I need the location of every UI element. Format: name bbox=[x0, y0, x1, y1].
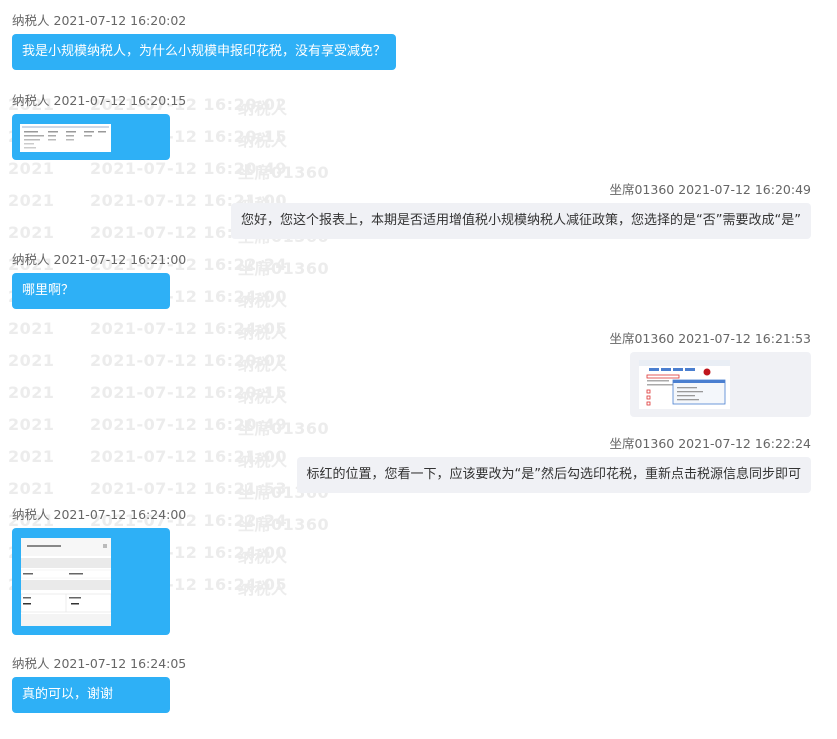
watermark-text: 2021-07-12 16:20:49 bbox=[90, 159, 288, 178]
sender-name: 纳税人 bbox=[12, 656, 50, 671]
watermark-text: 2021 bbox=[8, 223, 55, 242]
sender-name: 纳税人 bbox=[12, 93, 50, 108]
watermark-text: 纳税人 bbox=[238, 547, 288, 566]
message-meta: 纳税人 2021-07-12 16:24:00 bbox=[12, 508, 186, 522]
image-bubble[interactable] bbox=[630, 352, 811, 417]
timestamp: 2021-07-12 16:22:24 bbox=[678, 436, 811, 451]
message-bubble[interactable]: 您好，您这个报表上，本期是否适用增值税小规模纳税人减征政策，您选择的是“否”需要… bbox=[231, 203, 811, 239]
message-bubble[interactable]: 标红的位置，您看一下，应该要改为“是”然后勾选印花税，重新点击税源信息同步即可 bbox=[296, 457, 811, 493]
timestamp: 2021-07-12 16:24:05 bbox=[53, 656, 187, 671]
message-bubble[interactable]: 我是小规模纳税人，为什么小规模申报印花税，没有享受减免？ bbox=[12, 34, 397, 70]
form-screenshot-icon bbox=[639, 360, 730, 409]
mobile-screenshot-icon bbox=[21, 538, 111, 626]
image-bubble[interactable] bbox=[12, 528, 170, 635]
watermark-text: 纳税人 bbox=[238, 451, 288, 470]
message-meta: 纳税人 2021-07-12 16:20:15 bbox=[12, 94, 186, 108]
watermark-text: 2021 bbox=[8, 415, 55, 434]
message-customer-image: 纳税人 2021-07-12 16:20:15 bbox=[12, 94, 186, 160]
message-meta: 坐席01360 2021-07-12 16:20:49 bbox=[231, 183, 811, 197]
watermark-text: 纳税人 bbox=[238, 99, 288, 118]
image-bubble[interactable] bbox=[12, 114, 170, 160]
watermark-text: 2021 bbox=[8, 319, 55, 338]
watermark-text: 纳税人 bbox=[238, 355, 288, 374]
timestamp: 2021-07-12 16:21:00 bbox=[53, 252, 187, 267]
watermark-text: 坐席01360 bbox=[238, 163, 330, 182]
watermark-text: 纳税人 bbox=[238, 291, 288, 310]
watermark-text: 2021-07-12 16:20:15 bbox=[90, 383, 288, 402]
message-customer: 纳税人 2021-07-12 16:20:02 我是小规模纳税人，为什么小规模申… bbox=[12, 14, 397, 70]
message-agent: 坐席01360 2021-07-12 16:20:49 您好，您这个报表上，本期… bbox=[231, 183, 811, 239]
watermark-text: 坐席01360 bbox=[238, 419, 330, 438]
watermark-text: 2021-07-12 16:24:05 bbox=[90, 319, 288, 338]
image-thumbnail[interactable] bbox=[21, 538, 111, 626]
message-bubble[interactable]: 哪里啊？ bbox=[12, 273, 170, 309]
message-customer: 纳税人 2021-07-12 16:24:05 真的可以，谢谢 bbox=[12, 657, 186, 713]
timestamp: 2021-07-12 16:20:49 bbox=[678, 182, 811, 197]
watermark-text: 2021-07-12 16:20:02 bbox=[90, 351, 288, 370]
watermark-text: 2021 bbox=[8, 159, 55, 178]
table-screenshot-icon bbox=[20, 124, 111, 152]
watermark-text: 2021-07-12 16:20:49 bbox=[90, 415, 288, 434]
sender-name: 坐席01360 bbox=[609, 331, 675, 346]
timestamp: 2021-07-12 16:20:15 bbox=[53, 93, 187, 108]
message-meta: 纳税人 2021-07-12 16:24:05 bbox=[12, 657, 186, 671]
watermark-text: 坐席01360 bbox=[238, 515, 330, 534]
watermark-text: 2021-07-12 16:21:00 bbox=[90, 447, 288, 466]
sender-name: 坐席01360 bbox=[609, 436, 675, 451]
message-customer-image: 纳税人 2021-07-12 16:24:00 bbox=[12, 508, 186, 635]
watermark-text: 2021 bbox=[8, 191, 55, 210]
message-customer: 纳税人 2021-07-12 16:21:00 哪里啊？ bbox=[12, 253, 186, 309]
watermark-text: 2021 bbox=[8, 351, 55, 370]
image-thumbnail[interactable] bbox=[20, 124, 111, 152]
message-bubble[interactable]: 真的可以，谢谢 bbox=[12, 677, 170, 713]
sender-name: 纳税人 bbox=[12, 507, 50, 522]
timestamp: 2021-07-12 16:20:02 bbox=[53, 13, 187, 28]
message-meta: 坐席01360 2021-07-12 16:21:53 bbox=[609, 332, 811, 346]
message-meta: 纳税人 2021-07-12 16:20:02 bbox=[12, 14, 396, 28]
watermark-text: 2021 bbox=[8, 447, 55, 466]
message-meta: 纳税人 2021-07-12 16:21:00 bbox=[12, 253, 186, 267]
watermark-text: 纳税人 bbox=[238, 131, 288, 150]
image-thumbnail[interactable] bbox=[639, 360, 730, 409]
watermark-text: 纳税人 bbox=[238, 579, 288, 598]
watermark-text: 2021-07-12 16:21:53 bbox=[90, 479, 288, 498]
watermark-text: 2021 bbox=[8, 479, 55, 498]
sender-name: 纳税人 bbox=[12, 252, 50, 267]
sender-name: 坐席01360 bbox=[609, 182, 675, 197]
watermark-text: 2021 bbox=[8, 383, 55, 402]
message-agent: 坐席01360 2021-07-12 16:22:24 标红的位置，您看一下，应… bbox=[296, 437, 811, 493]
timestamp: 2021-07-12 16:24:00 bbox=[53, 507, 187, 522]
message-agent-image: 坐席01360 2021-07-12 16:21:53 bbox=[609, 332, 811, 417]
timestamp: 2021-07-12 16:21:53 bbox=[678, 331, 811, 346]
watermark-text: 坐席01360 bbox=[238, 259, 330, 278]
message-meta: 坐席01360 2021-07-12 16:22:24 bbox=[297, 437, 811, 451]
watermark-text: 纳税人 bbox=[238, 387, 288, 406]
watermark-text: 纳税人 bbox=[238, 323, 288, 342]
sender-name: 纳税人 bbox=[12, 13, 50, 28]
